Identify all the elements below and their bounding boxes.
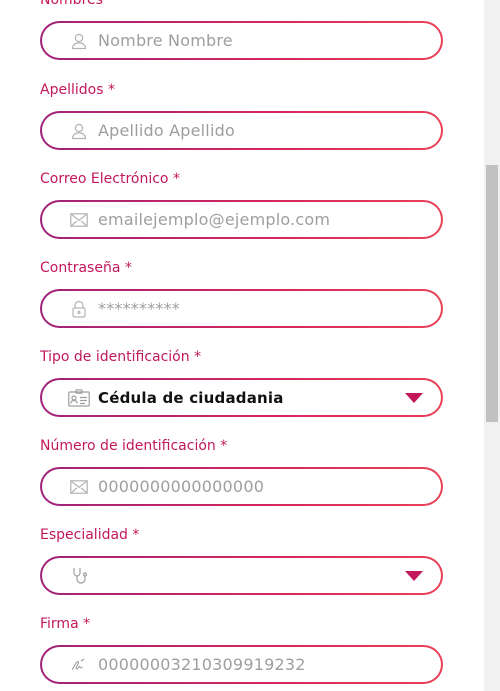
firma-input[interactable]: 0000000321030991923​2 xyxy=(40,645,443,684)
id-card-icon xyxy=(68,388,90,408)
scrollbar-thumb[interactable] xyxy=(486,165,498,422)
apellidos-placeholder: Apellido Apellido xyxy=(98,121,235,140)
chevron-down-icon[interactable] xyxy=(405,392,423,403)
tipo-id-value: Cédula de ciudadania xyxy=(98,388,284,407)
especialidad-label: Especialidad * xyxy=(40,527,140,543)
tipo-id-label: Tipo de identificación * xyxy=(40,349,202,365)
scrollbar-track[interactable] xyxy=(484,0,500,691)
registration-form-page: Nombres * Nombre Nombre Apellidos * Apel… xyxy=(0,0,500,691)
nombres-placeholder: Nombre Nombre xyxy=(98,31,233,50)
correo-placeholder: emailejemplo@ejemplo.com xyxy=(98,210,331,229)
numero-id-input[interactable]: 0000000000000000 xyxy=(40,467,443,506)
firma-placeholder: 0000000321030991923​2 xyxy=(98,655,306,674)
lock-icon xyxy=(68,299,90,319)
correo-input[interactable]: emailejemplo@ejemplo.com xyxy=(40,200,443,239)
contrasena-input[interactable]: ********** xyxy=(40,289,443,328)
firma-label: Firma * xyxy=(40,616,91,632)
numero-id-label: Número de identificación * xyxy=(40,438,228,454)
contrasena-label: Contraseña * xyxy=(40,260,132,276)
stethoscope-icon xyxy=(68,566,90,586)
nombres-label: Nombres * xyxy=(40,0,115,8)
nombres-input[interactable]: Nombre Nombre xyxy=(40,21,443,60)
chevron-down-icon[interactable] xyxy=(405,570,423,581)
user-icon xyxy=(68,31,90,51)
envelope-icon xyxy=(68,210,90,230)
numero-id-placeholder: 0000000000000000 xyxy=(98,477,265,496)
correo-label: Correo Electrónico * xyxy=(40,171,180,187)
especialidad-select[interactable] xyxy=(40,556,443,595)
contrasena-placeholder: ********** xyxy=(98,299,180,318)
envelope-icon xyxy=(68,477,90,497)
user-icon xyxy=(68,121,90,141)
tipo-id-select[interactable]: Cédula de ciudadania xyxy=(40,378,443,417)
apellidos-input[interactable]: Apellido Apellido xyxy=(40,111,443,150)
apellidos-label: Apellidos * xyxy=(40,82,115,98)
signature-icon xyxy=(68,655,90,675)
